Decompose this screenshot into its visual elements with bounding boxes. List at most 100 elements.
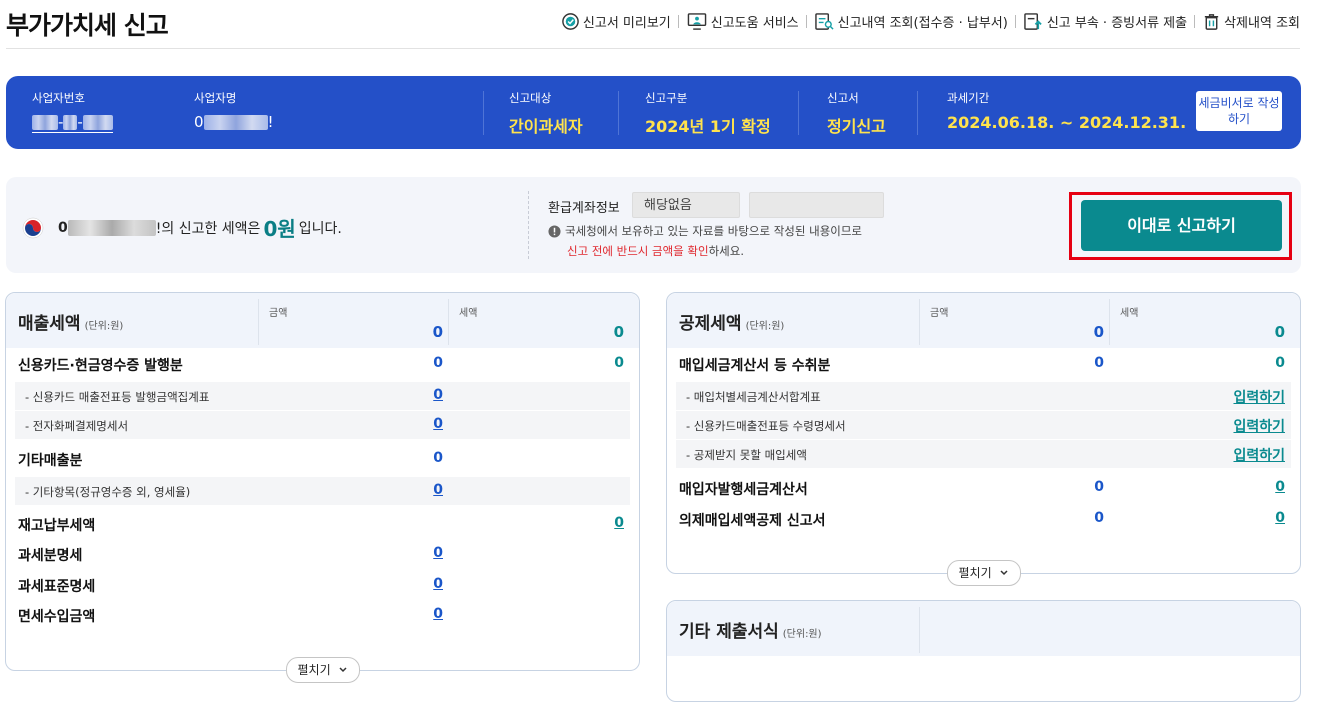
divider xyxy=(258,299,259,345)
divider xyxy=(805,15,807,28)
divider xyxy=(618,91,619,135)
deduction-subrow: - 매입처별세금계산서합계표 입력하기 xyxy=(676,382,1291,410)
form-label: 신고서 xyxy=(827,91,859,105)
refund-bank-field: 해당없음 xyxy=(632,192,740,218)
monitor-person-icon xyxy=(687,13,707,30)
row-label: 기타매출분 xyxy=(18,453,83,469)
info-icon xyxy=(548,224,561,238)
subrow-amount-link[interactable]: 0 xyxy=(433,387,443,403)
refund-account-label: 환급계좌정보 xyxy=(548,201,620,216)
total-tax: 0 xyxy=(1274,323,1285,341)
summary-tail: 입니다. xyxy=(298,220,342,237)
chevron-down-icon xyxy=(339,667,347,673)
notice-tail: 하세요. xyxy=(708,244,744,258)
taxpayer-info-bar: 사업자번호 -- 사업자명 0! 신고대상 간이과세자 신고구분 2024년 1… xyxy=(6,76,1301,149)
period-label: 과세기간 xyxy=(947,91,990,105)
unit-label: (단위:원) xyxy=(782,629,822,640)
expand-button[interactable]: 펼치기 xyxy=(947,560,1021,586)
chevron-down-icon xyxy=(1000,570,1008,576)
deduction-subrow: - 신용카드매출전표등 수령명세서 입력하기 xyxy=(676,411,1291,439)
row-amount: 0 xyxy=(1094,355,1104,371)
refund-account-field xyxy=(749,192,884,218)
deleted-history-label: 삭제내역 조회 xyxy=(1224,16,1300,31)
notice-line-1: 국세청에서 보유하고 있는 자료를 바탕으로 작성된 내용이므로 xyxy=(548,223,862,239)
summary-label: !의 신고한 세액은 xyxy=(155,220,261,237)
biz-no-value[interactable]: -- xyxy=(32,113,113,133)
unit-label: (단위:원) xyxy=(84,321,124,332)
attachment-submit-link[interactable]: 신고 부속 · 증빙서류 제출 xyxy=(1023,12,1187,31)
row-amount: 0 xyxy=(1094,479,1104,495)
form-block: 신고서 정기신고 xyxy=(827,90,886,137)
notice-warning: 신고 전에 반드시 금액을 확인 xyxy=(567,244,709,258)
summary-text: 0 !의 신고한 세액은 0원 입니다. xyxy=(22,213,342,242)
row-label: 매입세금계산서 등 수취분 xyxy=(679,358,831,374)
masked-text xyxy=(67,219,156,236)
divider xyxy=(919,607,920,653)
document-upload-icon xyxy=(1024,13,1042,30)
divider xyxy=(798,91,799,135)
preview-link[interactable]: 신고서 미리보기 xyxy=(561,12,671,31)
divider xyxy=(919,299,920,345)
panel-title-text: 기타 제출서식 xyxy=(679,622,779,642)
row-label: 재고납부세액 xyxy=(18,518,96,534)
row-amount: 0 xyxy=(433,450,443,466)
masked-text xyxy=(32,115,58,130)
row-tax-link[interactable]: 0 xyxy=(1275,510,1285,526)
subrow-label: - 기타항목(정규영수증 외, 영세율) xyxy=(25,485,191,499)
submit-return-button[interactable]: 이대로 신고하기 xyxy=(1081,200,1282,251)
expand-label: 펼치기 xyxy=(958,566,992,580)
expand-label: 펼치기 xyxy=(297,663,331,677)
row-tax-link[interactable]: 0 xyxy=(614,515,624,531)
subrow-amount-link[interactable]: 0 xyxy=(433,416,443,432)
divider xyxy=(1109,299,1110,345)
row-label: 신용카드·현금영수증 발행분 xyxy=(18,358,183,374)
tax-assistant-write-button[interactable]: 세금비서로 작성하기 xyxy=(1196,91,1282,131)
input-link[interactable]: 입력하기 xyxy=(1233,416,1285,436)
sales-tax-panel: 매출세액 (단위:원) 금액 0 세액 0 신용카드·현금영수증 발행분 0 0 … xyxy=(5,292,640,683)
panel-title-text: 공제세액 xyxy=(679,314,742,334)
help-service-label: 신고도움 서비스 xyxy=(710,16,799,31)
row-amount-link[interactable]: 0 xyxy=(433,576,443,592)
biz-no-label: 사업자번호 xyxy=(32,91,85,105)
help-service-link[interactable]: 신고도움 서비스 xyxy=(686,12,799,31)
expand-button[interactable]: 펼치기 xyxy=(286,657,360,683)
biz-name-block: 사업자명 0! xyxy=(194,90,274,131)
page-title: 부가가치세 신고 xyxy=(6,11,169,40)
document-search-icon xyxy=(814,13,834,30)
panel-title: 기타 제출서식 (단위:원) xyxy=(679,617,822,642)
row-tax-link[interactable]: 0 xyxy=(1275,479,1285,495)
tax-header: 세액 xyxy=(1120,308,1139,319)
divider xyxy=(483,91,484,135)
input-link[interactable]: 입력하기 xyxy=(1233,387,1285,407)
subrow-amount-link[interactable]: 0 xyxy=(433,482,443,498)
total-amount: 0 xyxy=(1093,323,1104,341)
check-circle-icon xyxy=(562,13,579,30)
tax-header: 세액 xyxy=(459,308,478,319)
biz-name-prefix: 0 xyxy=(194,113,204,131)
history-link[interactable]: 신고내역 조회(접수증 · 납부서) xyxy=(814,12,1008,31)
period-value: 2024.06.18. ~ 2024.12.31. xyxy=(947,113,1187,132)
panel-header: 공제세액 (단위:원) 금액 0 세액 0 xyxy=(667,293,1300,348)
row-tax: 0 xyxy=(614,355,624,371)
summary-amount: 0원 xyxy=(263,217,296,241)
divider xyxy=(677,15,679,28)
row-amount-link[interactable]: 0 xyxy=(433,545,443,561)
panel-title-text: 매출세액 xyxy=(18,314,81,334)
deduction-subrow: - 공제받지 못할 매입세액 입력하기 xyxy=(676,440,1291,468)
notice-text: 국세청에서 보유하고 있는 자료를 바탕으로 작성된 내용이므로 xyxy=(565,224,863,238)
panel-title: 공제세액 (단위:원) xyxy=(679,309,784,334)
biz-no-block: 사업자번호 -- xyxy=(32,90,113,133)
total-tax: 0 xyxy=(613,323,624,341)
divider xyxy=(1194,15,1196,28)
row-label: 면세수입금액 xyxy=(18,609,96,625)
target-block: 신고대상 간이과세자 xyxy=(509,90,583,137)
biz-name-value: 0! xyxy=(194,113,274,131)
row-amount: 0 xyxy=(1094,510,1104,526)
trash-icon xyxy=(1204,14,1219,30)
input-link[interactable]: 입력하기 xyxy=(1233,445,1285,465)
category-label: 신고구분 xyxy=(645,91,688,105)
deleted-history-link[interactable]: 삭제내역 조회 xyxy=(1202,12,1300,31)
row-amount-link[interactable]: 0 xyxy=(433,606,443,622)
attachment-submit-label: 신고 부속 · 증빙서류 제출 xyxy=(1046,16,1188,31)
divider xyxy=(917,91,918,135)
